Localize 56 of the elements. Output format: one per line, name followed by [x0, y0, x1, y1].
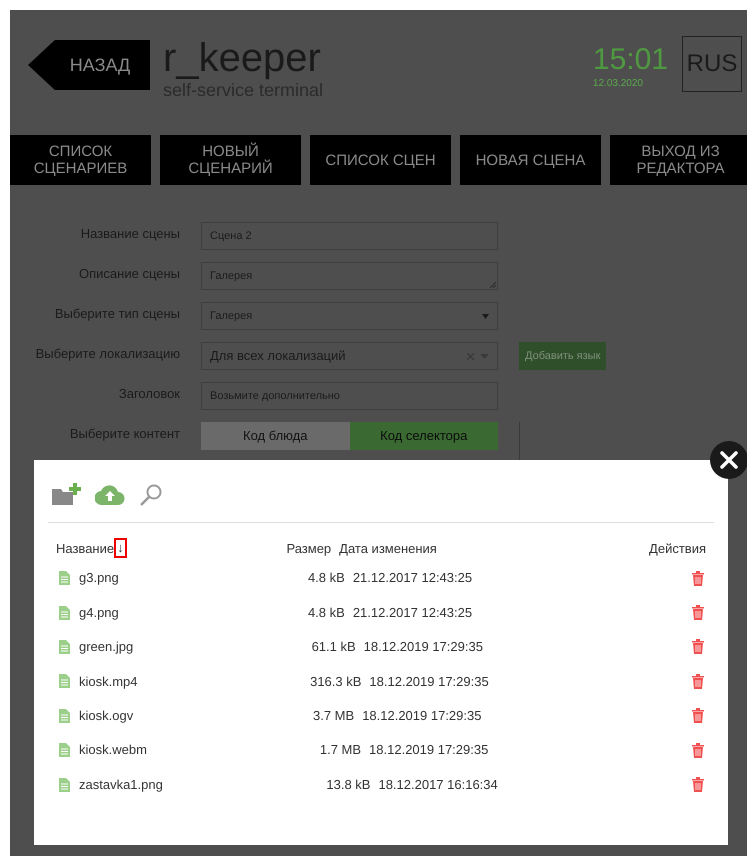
clock-date: 12.03.2020: [592, 77, 644, 91]
clock-time: 15:01: [592, 44, 668, 76]
file-size: 61.1 kB: [312, 638, 356, 656]
file-icon: [59, 571, 70, 586]
file-size: 4.8 kB: [308, 569, 345, 588]
file-date: 18.12.2019 17:29:35: [369, 672, 490, 691]
cloud-upload-icon[interactable]: [95, 485, 125, 505]
search-icon[interactable]: [139, 483, 163, 507]
nav-button[interactable]: НОВЫЙ СЦЕНАРИЙ: [160, 135, 301, 185]
close-button[interactable]: [710, 441, 747, 479]
file-date: 21.12.2017 12:43:25: [352, 604, 474, 622]
file-date: 18.12.2019 17:29:35: [362, 707, 482, 725]
file-icon: [59, 674, 70, 688]
file-name[interactable]: g3.png: [79, 568, 119, 588]
file-name[interactable]: green.jpg: [79, 637, 134, 657]
close-icon: [720, 451, 738, 469]
delete-icon[interactable]: [692, 742, 704, 758]
column-header[interactable]: Размер: [286, 538, 332, 558]
toggle-option[interactable]: Код блюда: [201, 422, 350, 450]
delete-icon[interactable]: [692, 605, 704, 620]
column-header[interactable]: Дата изменения: [339, 538, 490, 558]
resize-handle-icon: [490, 282, 496, 288]
delete-icon[interactable]: [692, 639, 704, 654]
file-icon: [59, 778, 70, 792]
file-date: 18.12.2019 17:29:35: [364, 638, 484, 656]
column-header[interactable]: Название: [56, 538, 114, 558]
toggle-option[interactable]: Код селектора: [350, 422, 498, 450]
file-icon: [59, 640, 70, 654]
file-name[interactable]: kiosk.webm: [79, 740, 147, 760]
file-icon: [59, 708, 70, 723]
column-header: Действия: [649, 540, 706, 558]
file-name[interactable]: kiosk.mp4: [79, 672, 138, 692]
file-size: 1.7 MB: [320, 741, 362, 760]
file-size: 316.3 kB: [310, 672, 362, 691]
nav-button[interactable]: СПИСОК СЦЕНАРИЕВ: [10, 135, 151, 185]
folder-add-icon[interactable]: [51, 483, 81, 507]
file-name[interactable]: zastavka1.png: [79, 774, 163, 794]
file-size: 3.7 MB: [313, 707, 354, 725]
nav-button[interactable]: СПИСОК СЦЕН: [310, 135, 451, 185]
file-size: 4.8 kB: [308, 604, 345, 622]
nav-button[interactable]: НОВАЯ СЦЕНА: [460, 135, 601, 185]
file-date: 21.12.2017 12:43:25: [352, 569, 474, 588]
file-icon: [59, 743, 70, 758]
file-date: 18.12.2019 17:29:35: [369, 741, 490, 760]
file-icon: [59, 606, 70, 620]
delete-icon[interactable]: [692, 674, 704, 689]
caret-icon: [482, 314, 489, 318]
file-name[interactable]: g4.png: [79, 602, 119, 622]
delete-icon[interactable]: [692, 777, 704, 792]
nav-button[interactable]: ВЫХОД ИЗ РЕДАКТОРА: [610, 135, 747, 185]
file-size: 13.8 kB: [326, 776, 370, 794]
file-date: 18.12.2017 16:16:34: [378, 776, 499, 794]
back-button[interactable]: НАЗАД: [28, 40, 150, 90]
delete-icon[interactable]: [692, 570, 704, 586]
delete-icon[interactable]: [692, 708, 704, 724]
file-name[interactable]: kiosk.ogv: [79, 706, 134, 726]
